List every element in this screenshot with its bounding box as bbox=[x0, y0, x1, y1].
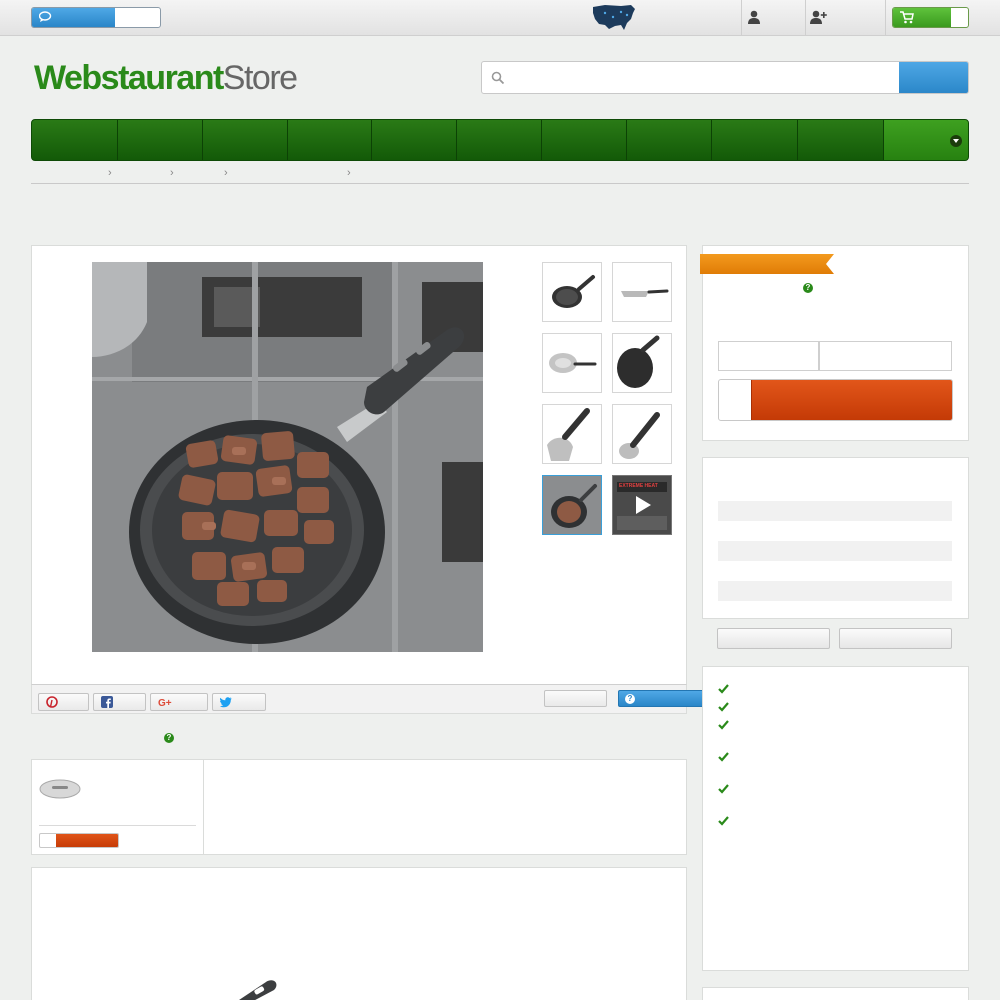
thumbnail[interactable] bbox=[612, 404, 672, 464]
nav-item[interactable] bbox=[627, 120, 712, 160]
quantity-add-to-cart bbox=[718, 379, 953, 421]
help-button[interactable]: ? bbox=[618, 690, 714, 707]
share-bar: G+ ? bbox=[31, 684, 714, 714]
pan-handle-view-icon bbox=[547, 408, 590, 461]
accessory-panel bbox=[31, 759, 687, 855]
secondary-button[interactable] bbox=[839, 628, 952, 649]
thumbnail[interactable] bbox=[612, 262, 672, 322]
pinterest-share-button[interactable] bbox=[38, 693, 89, 711]
topbar-divider bbox=[805, 0, 806, 36]
search-button[interactable] bbox=[899, 62, 968, 93]
breadcrumb: › › › › bbox=[31, 166, 969, 184]
breadcrumb-separator: › bbox=[224, 167, 228, 179]
add-user-icon[interactable] bbox=[810, 10, 827, 24]
check-icon bbox=[718, 752, 729, 762]
accessory-add-button[interactable] bbox=[39, 833, 119, 848]
search-icon bbox=[491, 71, 505, 85]
category-nav bbox=[31, 119, 969, 161]
nav-item[interactable] bbox=[542, 120, 627, 160]
product-detail-panel bbox=[31, 867, 687, 1000]
check-icon bbox=[718, 720, 729, 730]
nav-item[interactable] bbox=[372, 120, 457, 160]
check-icon bbox=[718, 816, 729, 826]
video-thumbnail[interactable]: EXTREME HEAT bbox=[612, 475, 672, 535]
option-field[interactable] bbox=[819, 341, 952, 371]
chevron-down-icon bbox=[950, 135, 962, 147]
chat-icon bbox=[39, 11, 52, 22]
logo-light-text: Store bbox=[222, 59, 298, 97]
google-plus-icon: G+ bbox=[158, 698, 172, 708]
video-thumbnail-text: EXTREME HEAT bbox=[619, 483, 658, 489]
pan-bottom-view-icon bbox=[549, 353, 597, 373]
compare-button[interactable] bbox=[544, 690, 607, 707]
add-to-cart-button[interactable] bbox=[751, 380, 952, 420]
spec-row bbox=[718, 541, 952, 561]
user-icon[interactable] bbox=[747, 10, 761, 24]
secondary-button[interactable] bbox=[717, 628, 830, 649]
pan-with-beef-photo bbox=[92, 262, 483, 652]
nav-item[interactable] bbox=[32, 120, 118, 160]
topbar-divider bbox=[741, 0, 742, 36]
thumbnail[interactable] bbox=[542, 333, 602, 393]
check-icon bbox=[718, 702, 729, 712]
nav-item[interactable] bbox=[712, 120, 798, 160]
pinterest-icon bbox=[46, 696, 58, 708]
nav-more-button[interactable] bbox=[884, 120, 968, 160]
cart-icon bbox=[900, 11, 914, 24]
accessory-lid-image[interactable] bbox=[39, 778, 82, 800]
cart-button[interactable] bbox=[892, 7, 969, 28]
pan-angle-view-icon bbox=[617, 335, 660, 388]
sale-ribbon bbox=[700, 254, 834, 274]
breadcrumb-separator: › bbox=[347, 167, 351, 179]
option-field[interactable] bbox=[718, 341, 819, 371]
facebook-share-button[interactable] bbox=[93, 693, 146, 711]
product-main-image[interactable] bbox=[92, 262, 483, 652]
live-chat-button[interactable] bbox=[31, 7, 161, 28]
check-icon bbox=[718, 684, 729, 694]
search-bar bbox=[481, 61, 969, 94]
nav-item[interactable] bbox=[457, 120, 542, 160]
google-plus-share-button[interactable]: G+ bbox=[150, 693, 208, 711]
site-logo[interactable]: WebstaurantStore bbox=[34, 58, 298, 98]
pan-handle-image bbox=[239, 980, 277, 1000]
accessory-separator bbox=[39, 825, 196, 826]
spec-row bbox=[718, 501, 952, 521]
nav-item[interactable] bbox=[203, 120, 288, 160]
thumbnail[interactable] bbox=[542, 404, 602, 464]
accessory-divider bbox=[203, 760, 204, 854]
thumbnail[interactable] bbox=[612, 333, 672, 393]
topbar-divider bbox=[885, 0, 886, 36]
twitter-share-button[interactable] bbox=[212, 693, 266, 711]
question-icon: ? bbox=[625, 694, 635, 704]
breadcrumb-separator: › bbox=[108, 167, 112, 179]
pan-side-view-icon bbox=[621, 289, 669, 297]
spec-row bbox=[718, 581, 952, 601]
bottom-right-panel bbox=[702, 987, 969, 1000]
twitter-icon bbox=[220, 697, 232, 708]
check-icon bbox=[718, 784, 729, 794]
search-input[interactable] bbox=[512, 66, 892, 90]
svg-text:G+: G+ bbox=[158, 698, 172, 708]
features-panel bbox=[702, 666, 969, 971]
pan-with-beef-icon bbox=[543, 476, 601, 534]
nav-item[interactable] bbox=[798, 120, 884, 160]
pan-handle-closeup-icon bbox=[619, 412, 660, 459]
facebook-icon bbox=[101, 696, 113, 708]
breadcrumb-separator: › bbox=[170, 167, 174, 179]
us-map-icon[interactable] bbox=[591, 3, 637, 32]
logo-bold-text: Webstaurant bbox=[34, 59, 224, 97]
help-icon[interactable]: ? bbox=[164, 733, 174, 743]
thumbnail-active[interactable] bbox=[542, 475, 602, 535]
pan-top-view-icon bbox=[552, 275, 595, 308]
nav-item[interactable] bbox=[288, 120, 372, 160]
accessory-add-button-fill bbox=[56, 834, 118, 847]
help-icon[interactable]: ? bbox=[803, 283, 813, 293]
top-utility-bar bbox=[0, 0, 1000, 36]
nav-item[interactable] bbox=[118, 120, 203, 160]
thumbnail[interactable] bbox=[542, 262, 602, 322]
